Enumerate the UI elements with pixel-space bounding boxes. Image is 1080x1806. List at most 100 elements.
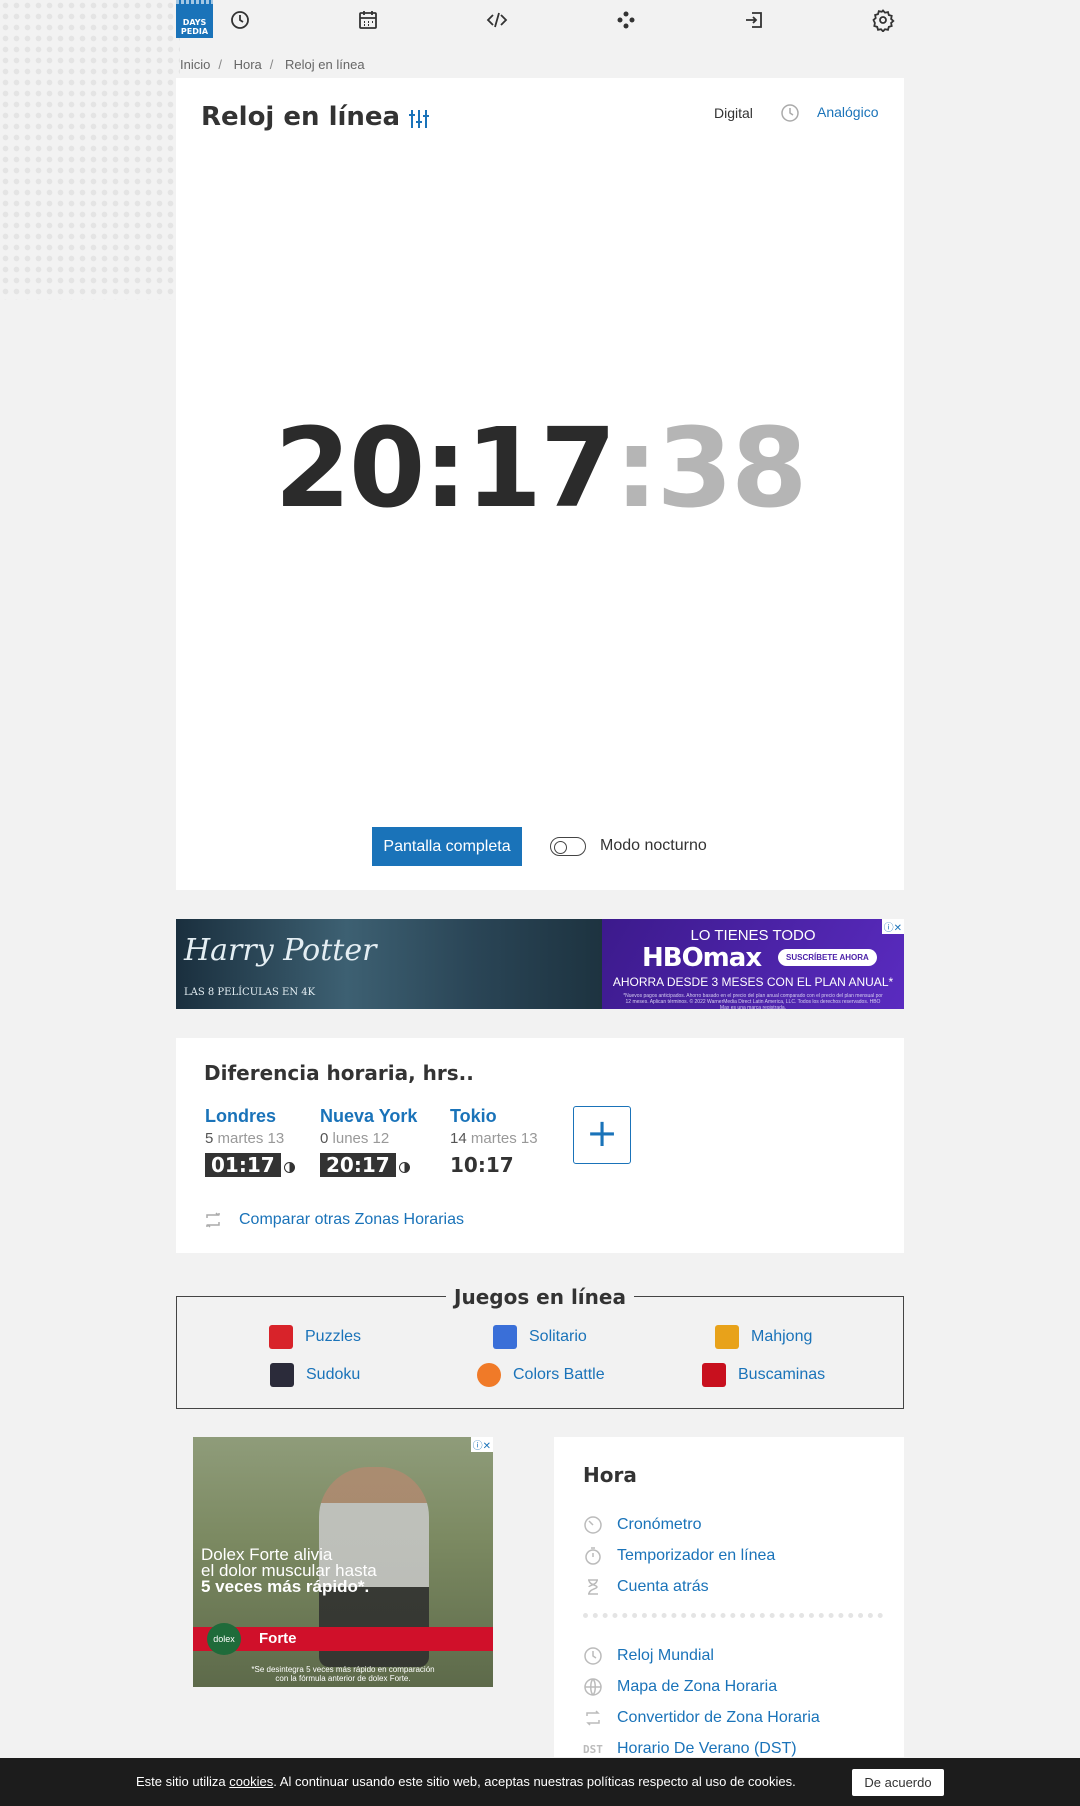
- minesweeper-icon: [702, 1363, 726, 1387]
- add-city-button[interactable]: +: [573, 1106, 631, 1164]
- cookie-text-post: . Al continuar usando este sitio web, ac…: [273, 1774, 796, 1789]
- city-meta: 0 lunes 12: [320, 1130, 417, 1147]
- time-difference-panel: Diferencia horaria, hrs.. Londres 5 mart…: [176, 1038, 904, 1253]
- ad-close-icon[interactable]: ⓘ✕: [881, 919, 904, 934]
- city-time: 20:17: [320, 1153, 396, 1177]
- clock-icon[interactable]: [228, 8, 252, 32]
- game-buscaminas[interactable]: Buscaminas: [702, 1363, 825, 1387]
- city-name[interactable]: Londres: [205, 1106, 295, 1127]
- sidebar-item-temporizador[interactable]: Temporizador en línea: [583, 1546, 775, 1566]
- city-name[interactable]: Nueva York: [320, 1106, 417, 1127]
- sidebar-item-label: Reloj Mundial: [617, 1647, 714, 1664]
- games-title: Juegos en línea: [446, 1285, 634, 1309]
- background-pattern: [0, 0, 180, 300]
- game-label: Puzzles: [305, 1328, 362, 1345]
- ad-dolex[interactable]: Dolex Forte alivia el dolor muscular has…: [193, 1437, 493, 1687]
- mode-analog-link[interactable]: Analógico: [817, 104, 879, 120]
- breadcrumb-hora[interactable]: Hora: [234, 57, 262, 72]
- games-icon[interactable]: [614, 8, 638, 32]
- page-title: Reloj en línea: [201, 102, 401, 132]
- ad-line3: 5 veces más rápido*.: [201, 1577, 370, 1596]
- city-offset: 0: [320, 1130, 329, 1147]
- solitaire-icon: [493, 1325, 517, 1349]
- game-label: Colors Battle: [513, 1366, 605, 1383]
- city-name[interactable]: Tokio: [450, 1106, 538, 1127]
- game-puzzles[interactable]: Puzzles: [269, 1325, 361, 1349]
- logo-line1: DAYS: [182, 18, 207, 27]
- sliders-icon[interactable]: [407, 107, 431, 131]
- city-time: 10:17: [450, 1153, 514, 1177]
- sidebar-title: Hora: [583, 1463, 637, 1487]
- sidebar-item-cronometro[interactable]: Cronómetro: [583, 1515, 701, 1535]
- mahjong-icon: [715, 1325, 739, 1349]
- digital-clock: 20:17:38: [176, 408, 904, 528]
- ad-hp-title: Harry Potter: [184, 933, 377, 968]
- ad-fine2: con la fórmula anterior de dolex Forte.: [275, 1674, 411, 1683]
- game-sudoku[interactable]: Sudoku: [270, 1363, 360, 1387]
- gear-icon[interactable]: [871, 8, 895, 33]
- city-nueva-york: Nueva York 0 lunes 12 20:17: [320, 1106, 417, 1177]
- mode-digital[interactable]: Digital: [714, 105, 753, 121]
- game-label: Sudoku: [306, 1366, 361, 1383]
- ad-fine1: *Se desintegra 5 veces más rápido en com…: [251, 1665, 435, 1674]
- game-label: Buscaminas: [738, 1366, 826, 1383]
- top-navigation: DAYS PEDIA: [176, 0, 904, 40]
- game-solitario[interactable]: Solitario: [493, 1325, 587, 1349]
- city-day: martes 13: [470, 1130, 538, 1147]
- sidebar-item-cuenta-atras[interactable]: Cuenta atrás: [583, 1577, 709, 1597]
- ad-harry-potter[interactable]: Harry Potter LAS 8 PELÍCULAS EN 4K: [176, 919, 602, 1009]
- city-tokio: Tokio 14 martes 13 10:17: [450, 1106, 538, 1177]
- stopwatch-icon: [583, 1515, 603, 1535]
- sidebar-item-mapa-zona[interactable]: Mapa de Zona Horaria: [583, 1677, 777, 1697]
- city-meta: 14 martes 13: [450, 1130, 538, 1147]
- clock-icon: [583, 1646, 603, 1666]
- night-mode-toggle[interactable]: [550, 837, 586, 856]
- sudoku-icon: [270, 1363, 294, 1387]
- breadcrumb-current: Reloj en línea: [285, 57, 365, 72]
- ad-banner[interactable]: Harry Potter LAS 8 PELÍCULAS EN 4K LO TI…: [176, 919, 904, 1009]
- hbomax-logo: HBOmax: [642, 943, 762, 973]
- city-day: martes 13: [217, 1130, 285, 1147]
- city-day: lunes 12: [332, 1130, 390, 1147]
- games-title-wrap: Juegos en línea: [177, 1285, 903, 1309]
- ad-close-icon[interactable]: ⓘ✕: [470, 1437, 493, 1452]
- clock-hours-minutes: 20:17: [274, 404, 616, 532]
- ad-hbo-cta[interactable]: SUSCRÍBETE AHORA: [778, 949, 877, 966]
- sidebar-item-convertidor[interactable]: Convertidor de Zona Horaria: [583, 1708, 820, 1728]
- sidebar-item-label: Cronómetro: [617, 1516, 702, 1533]
- game-label: Mahjong: [751, 1328, 813, 1345]
- cookie-link[interactable]: cookies: [229, 1774, 273, 1789]
- ad-hbo-line1: LO TIENES TODO: [690, 927, 816, 944]
- compare-icon: [203, 1210, 223, 1230]
- sidebar-item-dst[interactable]: DST Horario De Verano (DST): [583, 1739, 797, 1759]
- code-icon[interactable]: [485, 8, 509, 32]
- game-mahjong[interactable]: Mahjong: [715, 1325, 812, 1349]
- breadcrumb: Inicio / Hora / Reloj en línea: [180, 57, 365, 72]
- sidebar-hora: Hora Cronómetro Temporizador en línea Cu…: [554, 1437, 904, 1757]
- login-icon[interactable]: [742, 8, 766, 32]
- calendar-icon[interactable]: [356, 8, 380, 32]
- dolex-logo: dolex: [207, 1623, 241, 1655]
- analog-clock-icon[interactable]: [780, 103, 800, 123]
- fullscreen-button[interactable]: Pantalla completa: [372, 827, 522, 866]
- cookie-accept-button[interactable]: De acuerdo: [852, 1769, 944, 1796]
- breadcrumb-inicio[interactable]: Inicio: [180, 57, 210, 72]
- ad-hbomax[interactable]: LO TIENES TODO HBOmax SUSCRÍBETE AHORA A…: [602, 919, 904, 1009]
- games-box: Juegos en línea Puzzles Solitario Mahjon…: [176, 1285, 904, 1409]
- ad-dolex-text: Dolex Forte alivia el dolor muscular has…: [201, 1546, 377, 1596]
- daysopedia-logo[interactable]: DAYS PEDIA: [176, 0, 213, 38]
- sidebar-item-label: Temporizador en línea: [617, 1547, 776, 1564]
- city-meta: 5 martes 13: [205, 1130, 295, 1147]
- countdown-icon: [583, 1577, 603, 1597]
- convert-icon: [583, 1708, 603, 1728]
- game-colors-battle[interactable]: Colors Battle: [477, 1363, 605, 1387]
- ad-hbo-fineprint: *Nuevos pagos anticipados. Ahorro basado…: [623, 993, 883, 1009]
- city-offset: 5: [205, 1130, 214, 1147]
- compare-timezones-link[interactable]: Comparar otras Zonas Horarias: [239, 1211, 464, 1229]
- clock-panel: Reloj en línea Digital Analógico 20:17:3…: [176, 78, 904, 890]
- cookie-text-pre: Este sitio utiliza: [136, 1774, 230, 1789]
- sidebar-item-reloj-mundial[interactable]: Reloj Mundial: [583, 1646, 714, 1666]
- city-offset: 14: [450, 1130, 467, 1147]
- sidebar-item-label: Horario De Verano (DST): [617, 1740, 797, 1757]
- night-icon: [398, 1162, 410, 1174]
